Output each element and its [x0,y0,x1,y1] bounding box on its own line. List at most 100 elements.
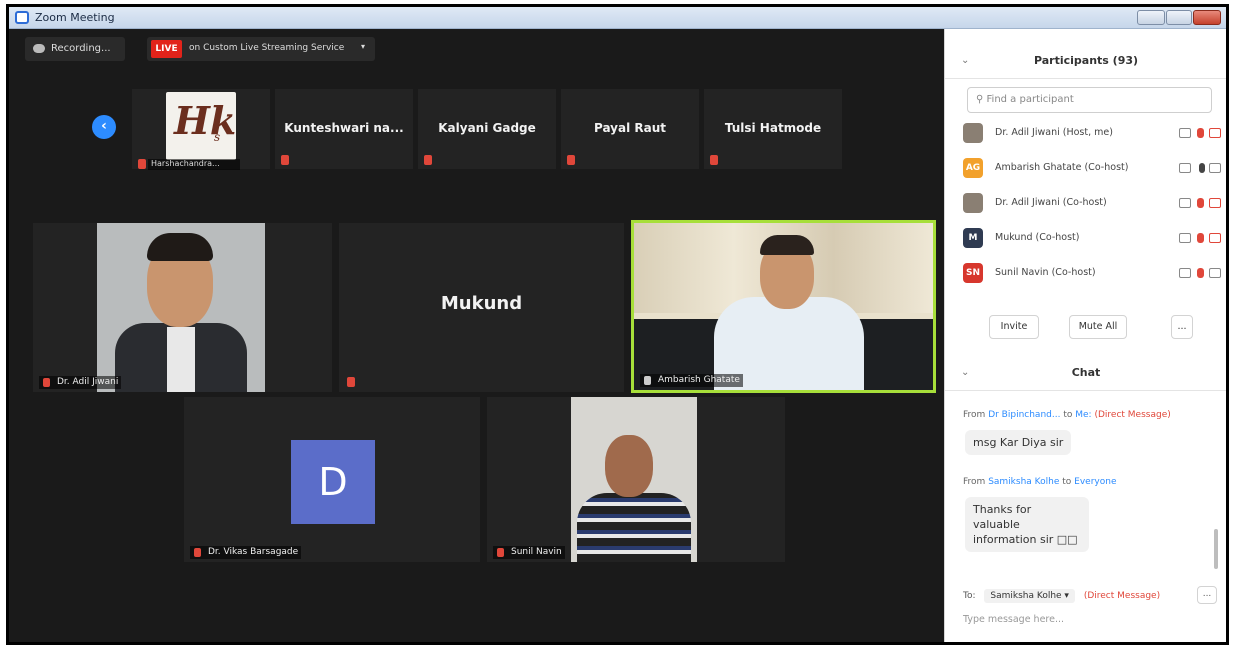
mic-muted-icon [1197,233,1204,243]
participant-row[interactable]: SN Sunil Navin (Co-host) [963,259,1221,289]
strip-caption: Harshachandra... [148,159,240,170]
maximize-button[interactable] [1166,10,1192,25]
mic-muted-icon [43,378,50,387]
live-badge: LIVE [151,40,182,58]
mic-muted-icon [1197,268,1204,278]
live-stream-indicator[interactable]: LIVE on Custom Live Streaming Service ▾ [147,37,375,61]
strip-tile-kunteshwari[interactable]: Kunteshwari na... [275,89,413,169]
invite-button[interactable]: Invite [989,315,1039,339]
live-service-label: on Custom Live Streaming Service [189,43,345,53]
chat-message-text: msg Kar Diya sir [965,430,1072,455]
side-panel: ⌄ Participants (93) ⚲ Find a participant… [944,29,1226,642]
participant-photo [571,397,697,562]
previous-page-button[interactable]: ‹ [92,115,116,139]
mic-icon [644,376,651,385]
chat-message-meta: From Dr Bipinchand... to Me: (Direct Mes… [963,410,1171,420]
avatar [963,123,983,143]
avatar: M [963,228,983,248]
participant-name-label: Ambarish Ghatate [640,374,743,387]
chat-more-button[interactable]: ... [1197,586,1217,604]
participant-logo: Hk s [166,92,236,160]
participants-title: Participants (93) [1033,54,1139,67]
participant-name-label: Dr. Vikas Barsagade [190,546,302,559]
mic-icon [1199,163,1205,173]
zoom-window: Zoom Meeting Recording... LIVE on Custom… [6,4,1229,645]
mic-muted-icon [567,155,575,165]
title-bar: Zoom Meeting [9,7,1226,29]
recording-label: Recording... [51,43,111,54]
video-icon [1179,233,1191,243]
mic-muted-icon [281,155,289,165]
video-off-icon [1209,198,1221,208]
chat-title: Chat [1071,366,1101,379]
mic-muted-icon [347,377,355,387]
participant-name: Ambarish Ghatate (Co-host) [995,162,1129,173]
video-stage: Recording... LIVE on Custom Live Streami… [19,29,944,642]
chat-scrollbar[interactable] [1214,529,1218,569]
video-tile-ambarish-active-speaker[interactable]: Ambarish Ghatate [631,220,936,393]
mic-muted-icon [1197,198,1204,208]
close-button[interactable] [1193,10,1221,25]
participant-row[interactable]: AG Ambarish Ghatate (Co-host) [963,154,1221,184]
recording-indicator[interactable]: Recording... [25,37,125,61]
participant-name: Mukund [440,293,523,314]
chat-message-text: Thanks for valuable information sir □□ [965,497,1089,552]
video-icon [1179,163,1191,173]
chevron-down-icon[interactable]: ▾ [361,42,365,51]
window-title: Zoom Meeting [35,11,115,24]
participant-row[interactable]: M Mukund (Co-host) [963,224,1221,254]
participant-name: Payal Raut [593,121,667,135]
sender-name: Dr Bipinchand... [988,410,1061,420]
initial-avatar: D [291,440,375,524]
participant-row[interactable]: Dr. Adil Jiwani (Co-host) [963,189,1221,219]
avatar: SN [963,263,983,283]
video-icon [1179,128,1191,138]
video-tile-mukund[interactable]: Mukund [339,223,624,392]
video-icon [1179,268,1191,278]
strip-tile-harshachandra[interactable]: Hk s Harshachandra... [132,89,270,170]
mic-muted-icon [194,548,201,557]
mic-muted-icon [710,155,718,165]
participant-row[interactable]: Dr. Adil Jiwani (Host, me) [963,119,1221,149]
strip-tile-payal[interactable]: Payal Raut [561,89,699,169]
mic-muted-icon [497,548,504,557]
zoom-app-icon [15,11,29,24]
chat-recipient-row: To: Samiksha Kolhe ▾ (Direct Message) [963,589,1161,603]
strip-tile-tulsi[interactable]: Tulsi Hatmode [704,89,842,169]
chat-message-input[interactable]: Type message here... [963,614,1213,625]
mute-all-button[interactable]: Mute All [1069,315,1127,339]
video-icon [1179,198,1191,208]
participant-name: Dr. Adil Jiwani (Host, me) [995,127,1113,138]
video-icon [1209,163,1221,173]
cloud-icon [33,44,45,53]
participant-name: Sunil Navin (Co-host) [995,267,1096,278]
recipient-select[interactable]: Samiksha Kolhe ▾ [984,589,1075,603]
mic-muted-icon [1197,128,1204,138]
participant-name: Dr. Adil Jiwani (Co-host) [995,197,1107,208]
chevron-left-icon: ‹ [101,118,107,134]
participant-name-label: Sunil Navin [493,546,565,559]
participant-search-input[interactable]: ⚲ Find a participant [967,87,1212,113]
mic-muted-icon [138,159,146,169]
participant-name: Mukund (Co-host) [995,232,1080,243]
avatar [963,193,983,213]
participant-name-label: Dr. Adil Jiwani [39,376,122,389]
logo-subtext: s [214,130,221,144]
video-tile-sunil[interactable]: Sunil Navin [487,397,785,562]
video-off-icon [1209,233,1221,243]
minimize-button[interactable] [1137,10,1165,25]
mic-muted-icon [424,155,432,165]
logo-text: Hk [174,98,236,143]
video-tile-adil[interactable]: Dr. Adil Jiwani [33,223,332,392]
video-icon [1209,268,1221,278]
video-off-icon [1209,128,1221,138]
search-icon: ⚲ [976,94,987,105]
strip-tile-kalyani[interactable]: Kalyani Gadge [418,89,556,169]
more-options-button[interactable]: ... [1171,315,1193,339]
sender-name: Samiksha Kolhe [988,477,1060,487]
avatar: AG [963,158,983,178]
participant-name: Kalyani Gadge [438,121,536,135]
participants-header: ⌄ Participants (93) [945,43,1226,79]
participant-photo [97,223,265,392]
video-tile-vikas[interactable]: D Dr. Vikas Barsagade [184,397,480,562]
